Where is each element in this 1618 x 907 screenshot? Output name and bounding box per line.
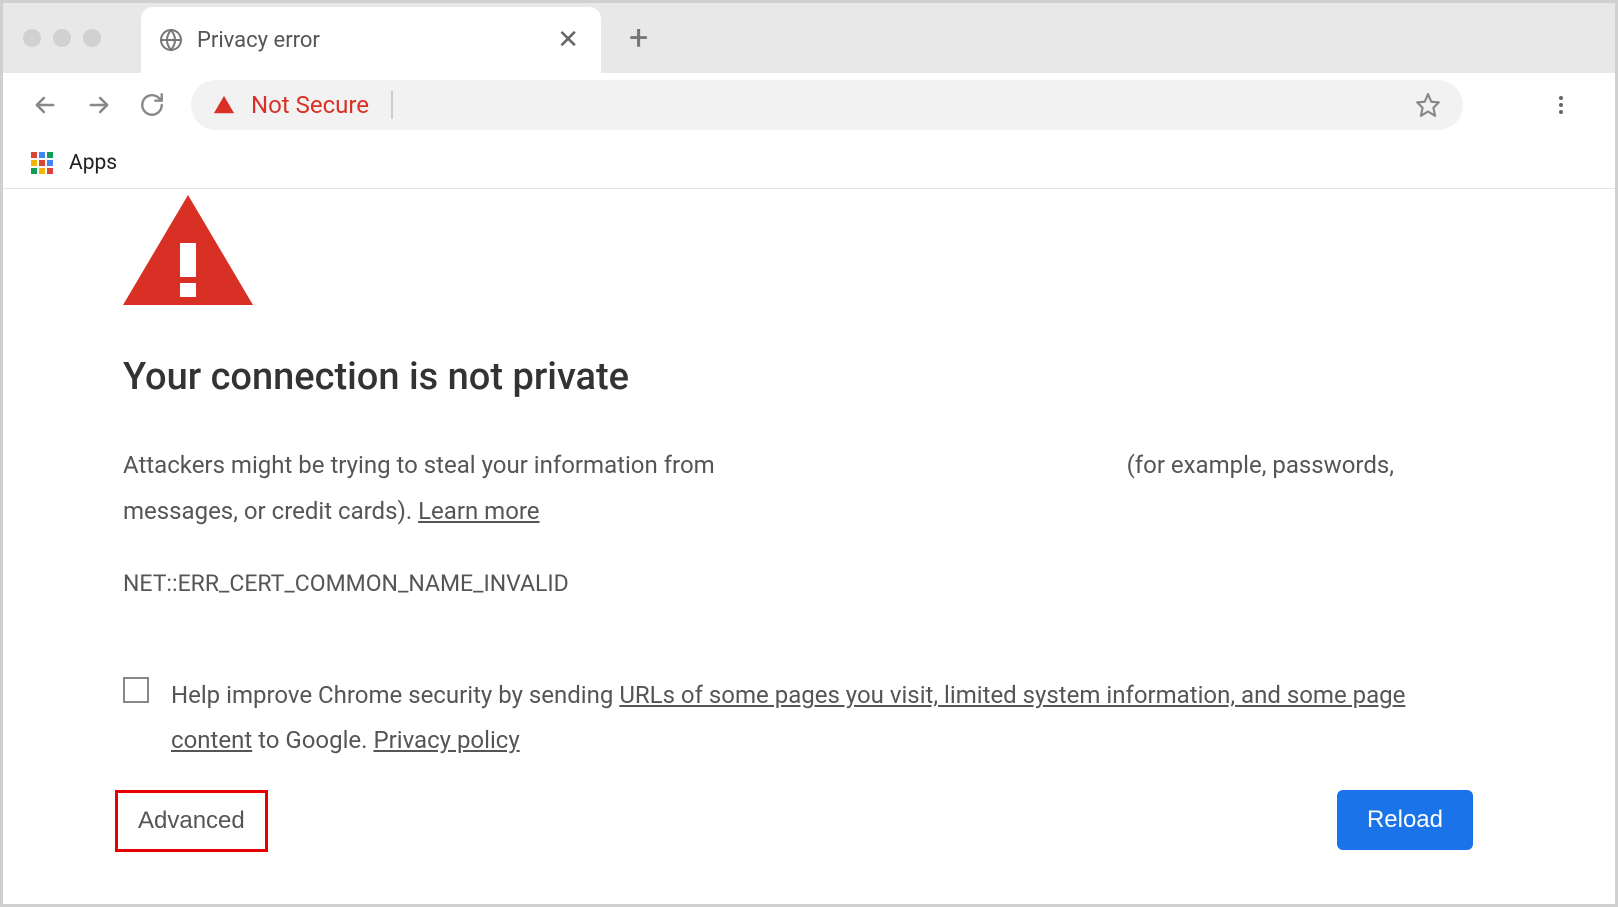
tab-title: Privacy error [197,28,543,53]
address-bar[interactable]: Not Secure [191,80,1463,130]
menu-button[interactable] [1549,93,1573,117]
forward-button[interactable] [85,91,113,119]
maximize-window-button[interactable] [83,29,101,47]
reload-button[interactable] [139,92,165,118]
error-description: Attackers might be trying to steal your … [123,443,1423,534]
toolbar: Not Secure [3,73,1615,137]
error-body-part1: Attackers might be trying to steal your … [123,451,715,479]
opt-in-part1: Help improve Chrome security by sending [171,681,613,709]
error-code: NET::ERR_CERT_COMMON_NAME_INVALID [123,570,1495,597]
close-tab-icon[interactable]: ✕ [557,25,579,55]
new-tab-button[interactable]: + [629,21,648,55]
apps-label[interactable]: Apps [69,151,117,175]
browser-tab[interactable]: Privacy error ✕ [141,7,601,73]
back-button[interactable] [31,91,59,119]
security-status-label: Not Secure [251,91,369,119]
window-controls [23,29,101,47]
tab-strip: Privacy error ✕ + [3,3,1615,73]
error-heading: Your connection is not private [123,355,1495,399]
text-cursor [391,91,393,119]
page-content: Your connection is not private Attackers… [3,189,1615,904]
reload-page-button[interactable]: Reload [1337,790,1473,850]
warning-triangle-icon [213,94,235,116]
minimize-window-button[interactable] [53,29,71,47]
advanced-button[interactable]: Advanced [115,790,268,852]
bookmark-star-icon[interactable] [1415,92,1441,118]
close-window-button[interactable] [23,29,41,47]
learn-more-link[interactable]: Learn more [418,497,539,525]
privacy-policy-link[interactable]: Privacy policy [373,726,519,754]
bookmarks-bar: Apps [3,137,1615,189]
apps-grid-icon[interactable] [31,152,53,174]
globe-icon [159,28,183,52]
opt-in-text: Help improve Chrome security by sending … [171,673,1433,762]
opt-in-checkbox[interactable] [123,677,149,703]
opt-in-part2: to Google. [258,726,367,754]
large-warning-icon [123,195,253,305]
